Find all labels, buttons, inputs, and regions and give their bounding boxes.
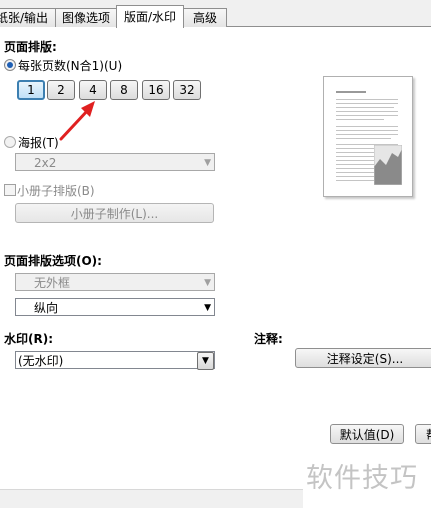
- nup-button-1[interactable]: 1: [17, 80, 45, 100]
- chevron-down-icon: ▼: [204, 158, 211, 168]
- booklet-make-button[interactable]: 小册子制作(L)...: [15, 203, 214, 223]
- page-preview-thumbnail: [323, 76, 413, 197]
- border-select[interactable]: 无外框 ▼: [15, 273, 215, 291]
- watermark-heading: 水印(R):: [4, 332, 54, 346]
- nup-radio[interactable]: [4, 59, 16, 71]
- default-button[interactable]: 默认值(D): [330, 424, 404, 444]
- preview-image-icon: [374, 145, 402, 185]
- poster-size-value: 2x2: [34, 156, 57, 170]
- layout-options-heading: 页面排版选项(O):: [4, 254, 102, 268]
- annotation-settings-button[interactable]: 注释设定(S)...: [295, 348, 431, 368]
- annotation-heading: 注释:: [254, 332, 283, 346]
- chevron-down-icon: ▼: [204, 303, 211, 313]
- poster-radio-label[interactable]: 海报(T): [18, 134, 59, 151]
- chevron-down-icon: ▼: [204, 278, 211, 288]
- help-button[interactable]: 帮: [415, 424, 431, 444]
- tab-advanced[interactable]: 高级: [183, 8, 227, 27]
- page-layout-heading: 页面排版:: [4, 40, 57, 54]
- border-value: 无外框: [34, 276, 71, 290]
- poster-size-select[interactable]: 2x2 ▼: [15, 153, 215, 171]
- nup-radio-label[interactable]: 每张页数(N合1)(U): [18, 57, 122, 74]
- red-arrow-annotation: [59, 101, 95, 141]
- booklet-checkbox-label[interactable]: 小册子排版(B): [17, 182, 95, 199]
- watermark-value: (无水印): [18, 354, 64, 368]
- tab-layout-watermark[interactable]: 版面/水印: [116, 5, 184, 28]
- nup-button-32[interactable]: 32: [173, 80, 201, 100]
- booklet-checkbox[interactable]: [4, 184, 16, 196]
- tab-image-options[interactable]: 图像选项: [55, 8, 117, 27]
- nup-button-8[interactable]: 8: [110, 80, 138, 100]
- watermark-select[interactable]: (无水印): [15, 351, 215, 369]
- poster-radio[interactable]: [4, 136, 16, 148]
- nup-button-16[interactable]: 16: [142, 80, 170, 100]
- site-watermark-text: 软件技巧: [306, 463, 418, 494]
- chevron-down-icon: ▼: [202, 356, 209, 366]
- radio-selected-dot: [7, 62, 13, 68]
- tab-paper-output[interactable]: 纸张/输出: [0, 8, 56, 27]
- orientation-value: 纵向: [34, 301, 59, 315]
- orientation-select[interactable]: 纵向 ▼: [15, 298, 215, 316]
- watermark-dropdown-button[interactable]: ▼: [197, 352, 214, 370]
- status-bar: [0, 489, 303, 508]
